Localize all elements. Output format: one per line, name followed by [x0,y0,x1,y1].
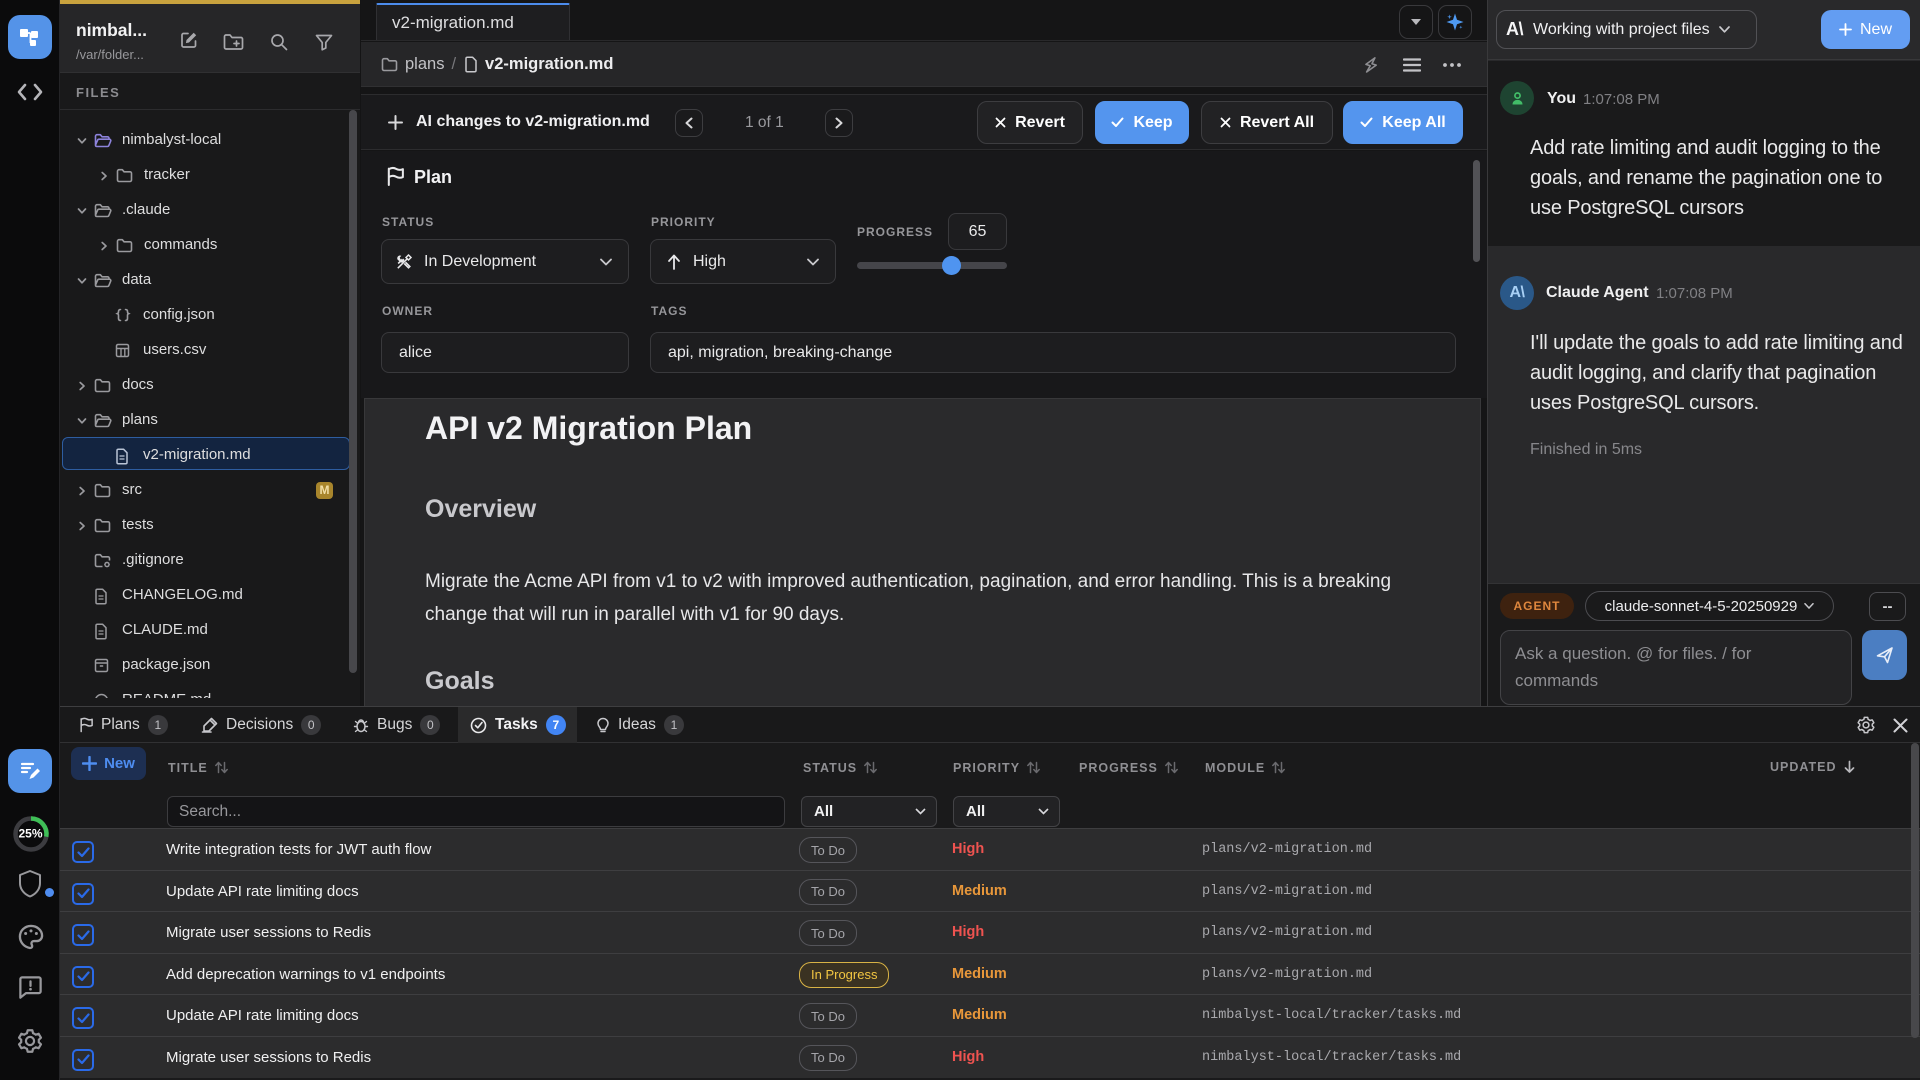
svg-text:25%: 25% [18,827,42,841]
